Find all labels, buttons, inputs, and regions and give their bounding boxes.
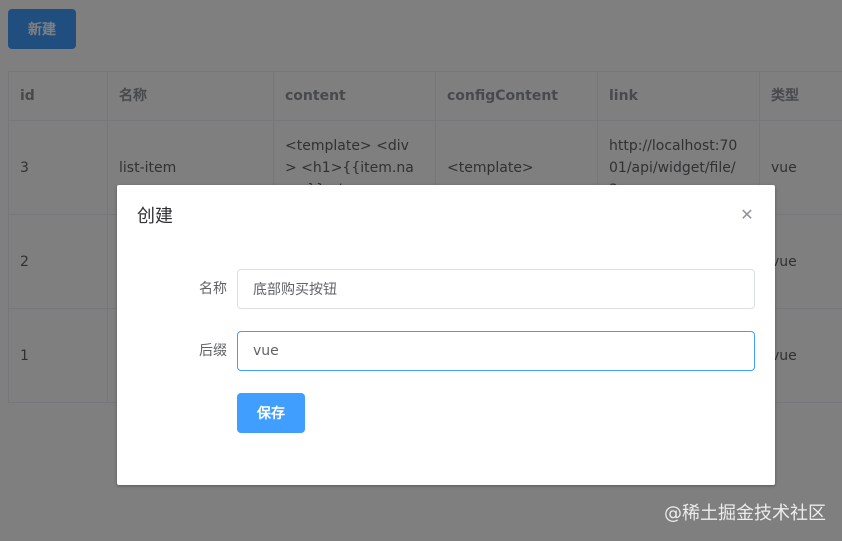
save-button[interactable]: 保存: [237, 393, 305, 433]
page: 新建 id 名称 content configContent link 类型 3…: [0, 0, 842, 541]
suffix-label: 后缀: [199, 343, 227, 359]
name-input[interactable]: [237, 269, 755, 309]
close-icon[interactable]: ✕: [739, 207, 755, 223]
watermark: @稀土掘金技术社区: [664, 503, 826, 524]
name-label: 名称: [199, 281, 227, 297]
create-dialog: 创建 ✕ 名称 后缀 保存: [117, 185, 775, 485]
suffix-input[interactable]: [237, 331, 755, 371]
dialog-title: 创建: [137, 206, 173, 227]
